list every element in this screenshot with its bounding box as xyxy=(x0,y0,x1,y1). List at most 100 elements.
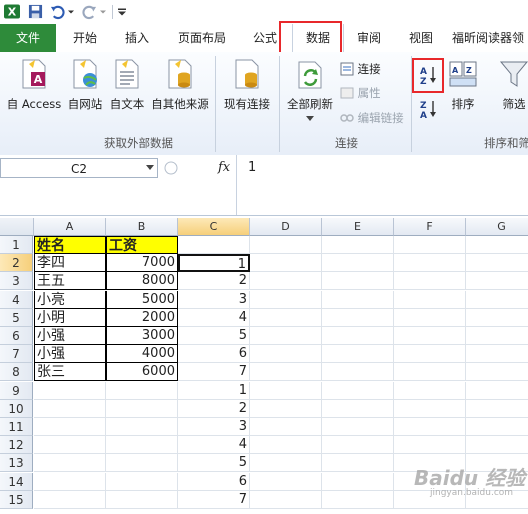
table-cell[interactable] xyxy=(106,399,178,418)
tab-view[interactable]: 视图 xyxy=(398,24,444,52)
table-cell[interactable]: 7 xyxy=(178,363,250,382)
table-cell[interactable] xyxy=(394,381,466,400)
table-cell[interactable]: 2 xyxy=(178,272,250,291)
table-cell[interactable] xyxy=(322,381,394,400)
table-cell[interactable]: 5 xyxy=(178,454,250,473)
table-cell[interactable]: 小明 xyxy=(34,308,106,327)
table-cell[interactable] xyxy=(34,490,106,509)
table-cell[interactable] xyxy=(394,363,466,382)
table-cell[interactable] xyxy=(394,436,466,455)
table-cell[interactable]: 4000 xyxy=(106,345,178,364)
table-cell[interactable] xyxy=(322,399,394,418)
table-cell[interactable] xyxy=(466,254,528,273)
table-cell[interactable] xyxy=(466,291,528,309)
table-cell[interactable] xyxy=(250,490,322,509)
table-cell[interactable] xyxy=(466,272,528,291)
existing-connections-button[interactable]: 现有连接 xyxy=(218,58,276,111)
tab-insert[interactable]: 插入 xyxy=(114,24,160,52)
row-header[interactable]: 3 xyxy=(0,272,33,291)
row-header[interactable]: 15 xyxy=(0,490,33,509)
column-header[interactable]: A xyxy=(34,218,106,236)
table-cell[interactable] xyxy=(322,254,394,273)
table-cell[interactable] xyxy=(394,236,466,254)
table-cell[interactable] xyxy=(394,418,466,436)
table-cell[interactable] xyxy=(34,436,106,455)
from-web-button[interactable]: 自网站 xyxy=(63,58,107,111)
column-header[interactable]: C xyxy=(178,218,250,236)
table-cell[interactable] xyxy=(466,236,528,254)
table-cell[interactable] xyxy=(322,327,394,345)
row-header[interactable]: 13 xyxy=(0,454,33,473)
table-cell[interactable] xyxy=(178,236,250,254)
table-cell[interactable] xyxy=(466,436,528,455)
table-cell[interactable]: 小强 xyxy=(34,345,106,364)
table-cell[interactable] xyxy=(250,363,322,382)
table-cell[interactable] xyxy=(34,399,106,418)
table-cell[interactable] xyxy=(106,472,178,491)
table-cell[interactable]: 7000 xyxy=(106,254,178,273)
table-cell[interactable] xyxy=(250,345,322,364)
tab-page-layout[interactable]: 页面布局 xyxy=(170,24,234,52)
column-header[interactable]: E xyxy=(322,218,394,236)
row-header[interactable]: 12 xyxy=(0,436,33,455)
table-cell[interactable] xyxy=(322,454,394,473)
table-cell[interactable]: 4 xyxy=(178,308,250,327)
table-cell[interactable] xyxy=(106,490,178,509)
table-cell[interactable]: 6 xyxy=(178,472,250,491)
row-header[interactable]: 4 xyxy=(0,290,33,309)
table-cell[interactable] xyxy=(394,327,466,345)
connections-button[interactable]: 连接 xyxy=(340,61,381,77)
table-cell[interactable] xyxy=(466,309,528,327)
filter-button[interactable]: 筛选 xyxy=(494,58,528,111)
insert-function-button[interactable]: fx xyxy=(218,158,230,178)
formula-input[interactable]: 1 xyxy=(248,160,256,175)
refresh-all-button[interactable]: 全部刷新 xyxy=(284,58,336,111)
table-cell[interactable]: 王五 xyxy=(34,272,106,291)
from-text-button[interactable]: 自文本 xyxy=(107,58,147,111)
table-cell[interactable] xyxy=(250,399,322,418)
row-header[interactable]: 14 xyxy=(0,472,33,491)
table-cell[interactable]: 小强 xyxy=(34,327,106,345)
table-cell[interactable] xyxy=(34,454,106,473)
table-cell[interactable] xyxy=(322,490,394,509)
row-header[interactable]: 9 xyxy=(0,381,33,400)
table-cell[interactable] xyxy=(322,308,394,327)
column-header[interactable]: D xyxy=(250,218,322,236)
table-cell[interactable]: 3 xyxy=(178,418,250,436)
column-header[interactable]: B xyxy=(106,218,178,236)
undo-dropdown-icon[interactable] xyxy=(67,3,75,20)
tab-file[interactable]: 文件 xyxy=(0,24,56,52)
table-cell[interactable]: 3 xyxy=(178,290,250,309)
table-cell[interactable] xyxy=(322,418,394,436)
row-header[interactable]: 6 xyxy=(0,327,33,345)
table-cell[interactable] xyxy=(322,345,394,364)
resize-handle-icon[interactable] xyxy=(164,160,178,176)
row-header[interactable]: 11 xyxy=(0,418,33,436)
table-cell[interactable]: 李四 xyxy=(34,254,106,273)
table-cell[interactable] xyxy=(394,290,466,309)
refresh-dropdown-icon[interactable] xyxy=(306,116,314,122)
table-cell[interactable] xyxy=(250,472,322,491)
table-cell[interactable] xyxy=(250,308,322,327)
table-cell[interactable]: 姓名 xyxy=(34,236,106,254)
table-cell[interactable] xyxy=(466,418,528,436)
from-access-button[interactable]: A 自 Access xyxy=(4,58,64,111)
table-cell[interactable]: 1 xyxy=(178,381,250,400)
table-cell[interactable] xyxy=(322,272,394,291)
table-cell[interactable] xyxy=(322,363,394,382)
table-cell[interactable]: 1 xyxy=(178,254,250,273)
table-cell[interactable]: 8000 xyxy=(106,272,178,291)
table-cell[interactable] xyxy=(466,363,528,382)
table-cell[interactable] xyxy=(34,418,106,436)
table-cell[interactable] xyxy=(394,399,466,418)
table-cell[interactable]: 6000 xyxy=(106,363,178,382)
table-cell[interactable]: 5 xyxy=(178,327,250,345)
table-cell[interactable] xyxy=(250,236,322,254)
table-cell[interactable] xyxy=(394,345,466,364)
table-cell[interactable]: 工资 xyxy=(106,236,178,254)
edit-links-button[interactable]: 编辑链接 xyxy=(340,110,404,126)
table-cell[interactable]: 5000 xyxy=(106,290,178,309)
table-cell[interactable]: 6 xyxy=(178,345,250,364)
table-cell[interactable] xyxy=(34,472,106,491)
from-other-sources-button[interactable]: 自其他来源 xyxy=(148,58,212,111)
